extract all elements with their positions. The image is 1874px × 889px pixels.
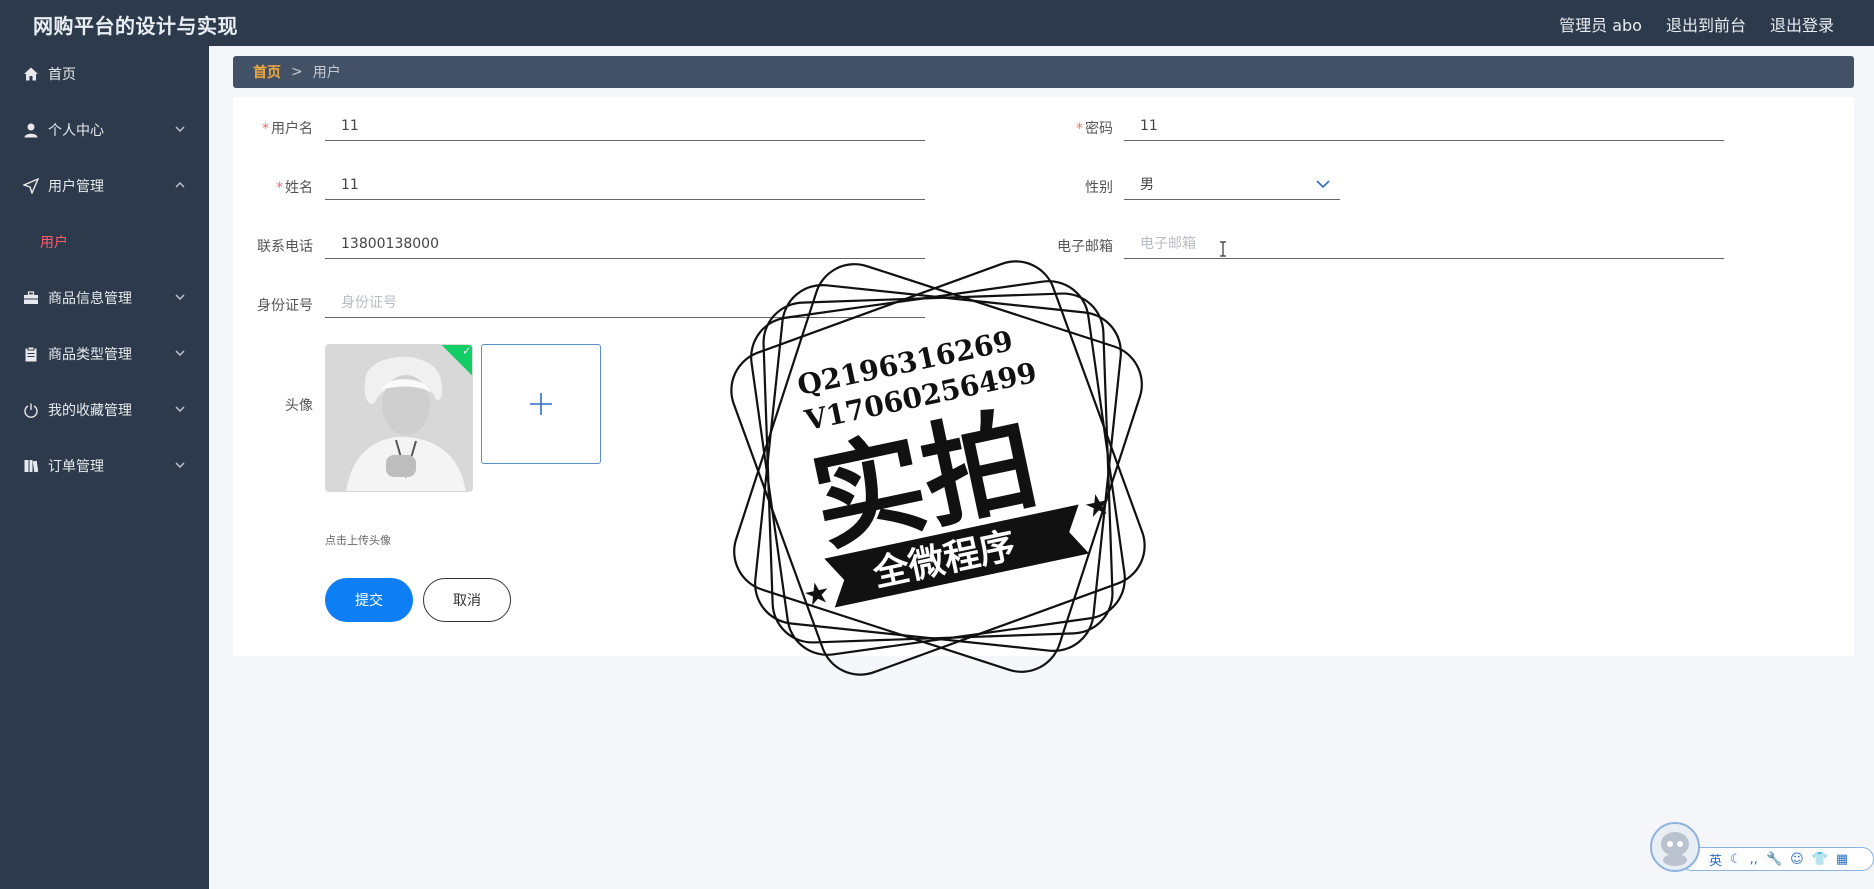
power-icon: [22, 401, 40, 419]
sidebar-item-label: 首页: [48, 67, 76, 83]
chevron-down-icon: [175, 406, 185, 412]
chevron-down-icon: [175, 126, 185, 132]
grid-icon[interactable]: ▦: [1836, 852, 1848, 867]
punctuation-icon[interactable]: ,,: [1750, 852, 1758, 867]
sidebar-item-orders[interactable]: 订单管理: [0, 438, 209, 494]
home-icon: [22, 65, 40, 83]
sidebar-item-label: 用户管理: [48, 179, 104, 195]
avatar-portrait-image: [326, 345, 472, 491]
required-mark: *: [276, 180, 283, 196]
required-mark: *: [1076, 121, 1083, 137]
cancel-button[interactable]: 取消: [423, 578, 511, 622]
sidebar-item-user-management[interactable]: 用户管理: [0, 158, 209, 214]
breadcrumb: 首页 > 用户: [233, 56, 1854, 88]
smile-icon[interactable]: ☺: [1790, 852, 1804, 867]
ime-language-toggle[interactable]: 英: [1709, 850, 1722, 869]
sidebar-item-personal-center[interactable]: 个人中心: [0, 102, 209, 158]
topbar-actions: 管理员 abo 退出到前台 退出登录: [1559, 12, 1834, 36]
wrench-icon[interactable]: 🔧: [1766, 852, 1782, 867]
breadcrumb-home-link[interactable]: 首页: [253, 62, 281, 82]
username-label: * 用户名: [262, 121, 313, 137]
check-icon: ✓: [462, 344, 472, 358]
password-label: * 密码: [1076, 121, 1113, 137]
sidebar-subitem-user[interactable]: 用户: [0, 214, 209, 270]
user-icon: [22, 121, 40, 139]
ime-toolbar: 英 ☾ ,, 🔧 ☺ 👕 ▦: [1650, 822, 1874, 882]
name-label: * 姓名: [276, 180, 313, 196]
sidebar: 首页 个人中心 用户管理 用户 商品信息管理 商品类型管理 我的收藏管理 订单管…: [0, 46, 209, 889]
chevron-down-icon: [1316, 180, 1330, 189]
ime-mascot-icon[interactable]: [1650, 822, 1700, 872]
password-field[interactable]: 11: [1124, 111, 1724, 141]
sidebar-item-favorites[interactable]: 我的收藏管理: [0, 382, 209, 438]
submit-button[interactable]: 提交: [325, 578, 413, 622]
username-field[interactable]: 11: [325, 111, 925, 141]
sidebar-item-home[interactable]: 首页: [0, 46, 209, 102]
book-icon: [22, 457, 40, 475]
logout-link[interactable]: 退出登录: [1770, 12, 1834, 36]
star-icon: ★: [800, 574, 834, 614]
email-field[interactable]: 电子邮箱: [1124, 229, 1724, 259]
app-title: 网购平台的设计与实现: [33, 14, 238, 38]
sidebar-item-label: 商品信息管理: [48, 291, 132, 307]
admin-user-label[interactable]: 管理员 abo: [1559, 12, 1642, 36]
name-field[interactable]: 11: [325, 170, 925, 200]
chevron-up-icon: [175, 182, 185, 188]
phone-field[interactable]: 13800138000: [325, 229, 925, 259]
clipboard-icon: [22, 345, 40, 363]
exit-to-frontend-link[interactable]: 退出到前台: [1666, 12, 1746, 36]
gender-select[interactable]: 男: [1124, 170, 1340, 200]
sidebar-item-label: 商品类型管理: [48, 347, 132, 363]
breadcrumb-separator: >: [291, 64, 303, 80]
avatar-upload-button[interactable]: [481, 344, 601, 464]
top-bar: 网购平台的设计与实现 管理员 abo 退出到前台 退出登录: [0, 0, 1874, 46]
watermark-stamp: Q2196316269 V17060256499 实拍 全微程序 ★ ★: [730, 260, 1146, 676]
required-mark: *: [262, 121, 269, 137]
idcard-label: 身份证号: [257, 298, 313, 314]
breadcrumb-current: 用户: [312, 65, 341, 81]
avatar-thumbnail[interactable]: ✓: [325, 344, 473, 492]
moon-icon[interactable]: ☾: [1730, 852, 1742, 867]
briefcase-icon: [22, 289, 40, 307]
gender-label: 性别: [1085, 180, 1113, 196]
avatar-label: 头像: [285, 398, 313, 414]
sidebar-item-label: 我的收藏管理: [48, 403, 132, 419]
plus-icon: [530, 393, 552, 415]
chevron-down-icon: [175, 462, 185, 468]
phone-label: 联系电话: [257, 239, 313, 255]
gender-select-value: 男: [1140, 177, 1154, 193]
ime-bar[interactable]: 英 ☾ ,, 🔧 ☺ 👕 ▦: [1680, 847, 1874, 871]
text-cursor-icon: [1220, 241, 1226, 257]
sidebar-item-label: 订单管理: [48, 459, 104, 475]
shirt-icon[interactable]: 👕: [1812, 852, 1828, 867]
send-icon: [22, 177, 40, 195]
sidebar-item-product-info[interactable]: 商品信息管理: [0, 270, 209, 326]
chevron-down-icon: [175, 350, 185, 356]
sidebar-item-label: 个人中心: [48, 123, 104, 139]
sidebar-item-product-type[interactable]: 商品类型管理: [0, 326, 209, 382]
email-label: 电子邮箱: [1057, 239, 1113, 255]
upload-hint: 点击上传头像: [325, 534, 391, 547]
chevron-down-icon: [175, 294, 185, 300]
